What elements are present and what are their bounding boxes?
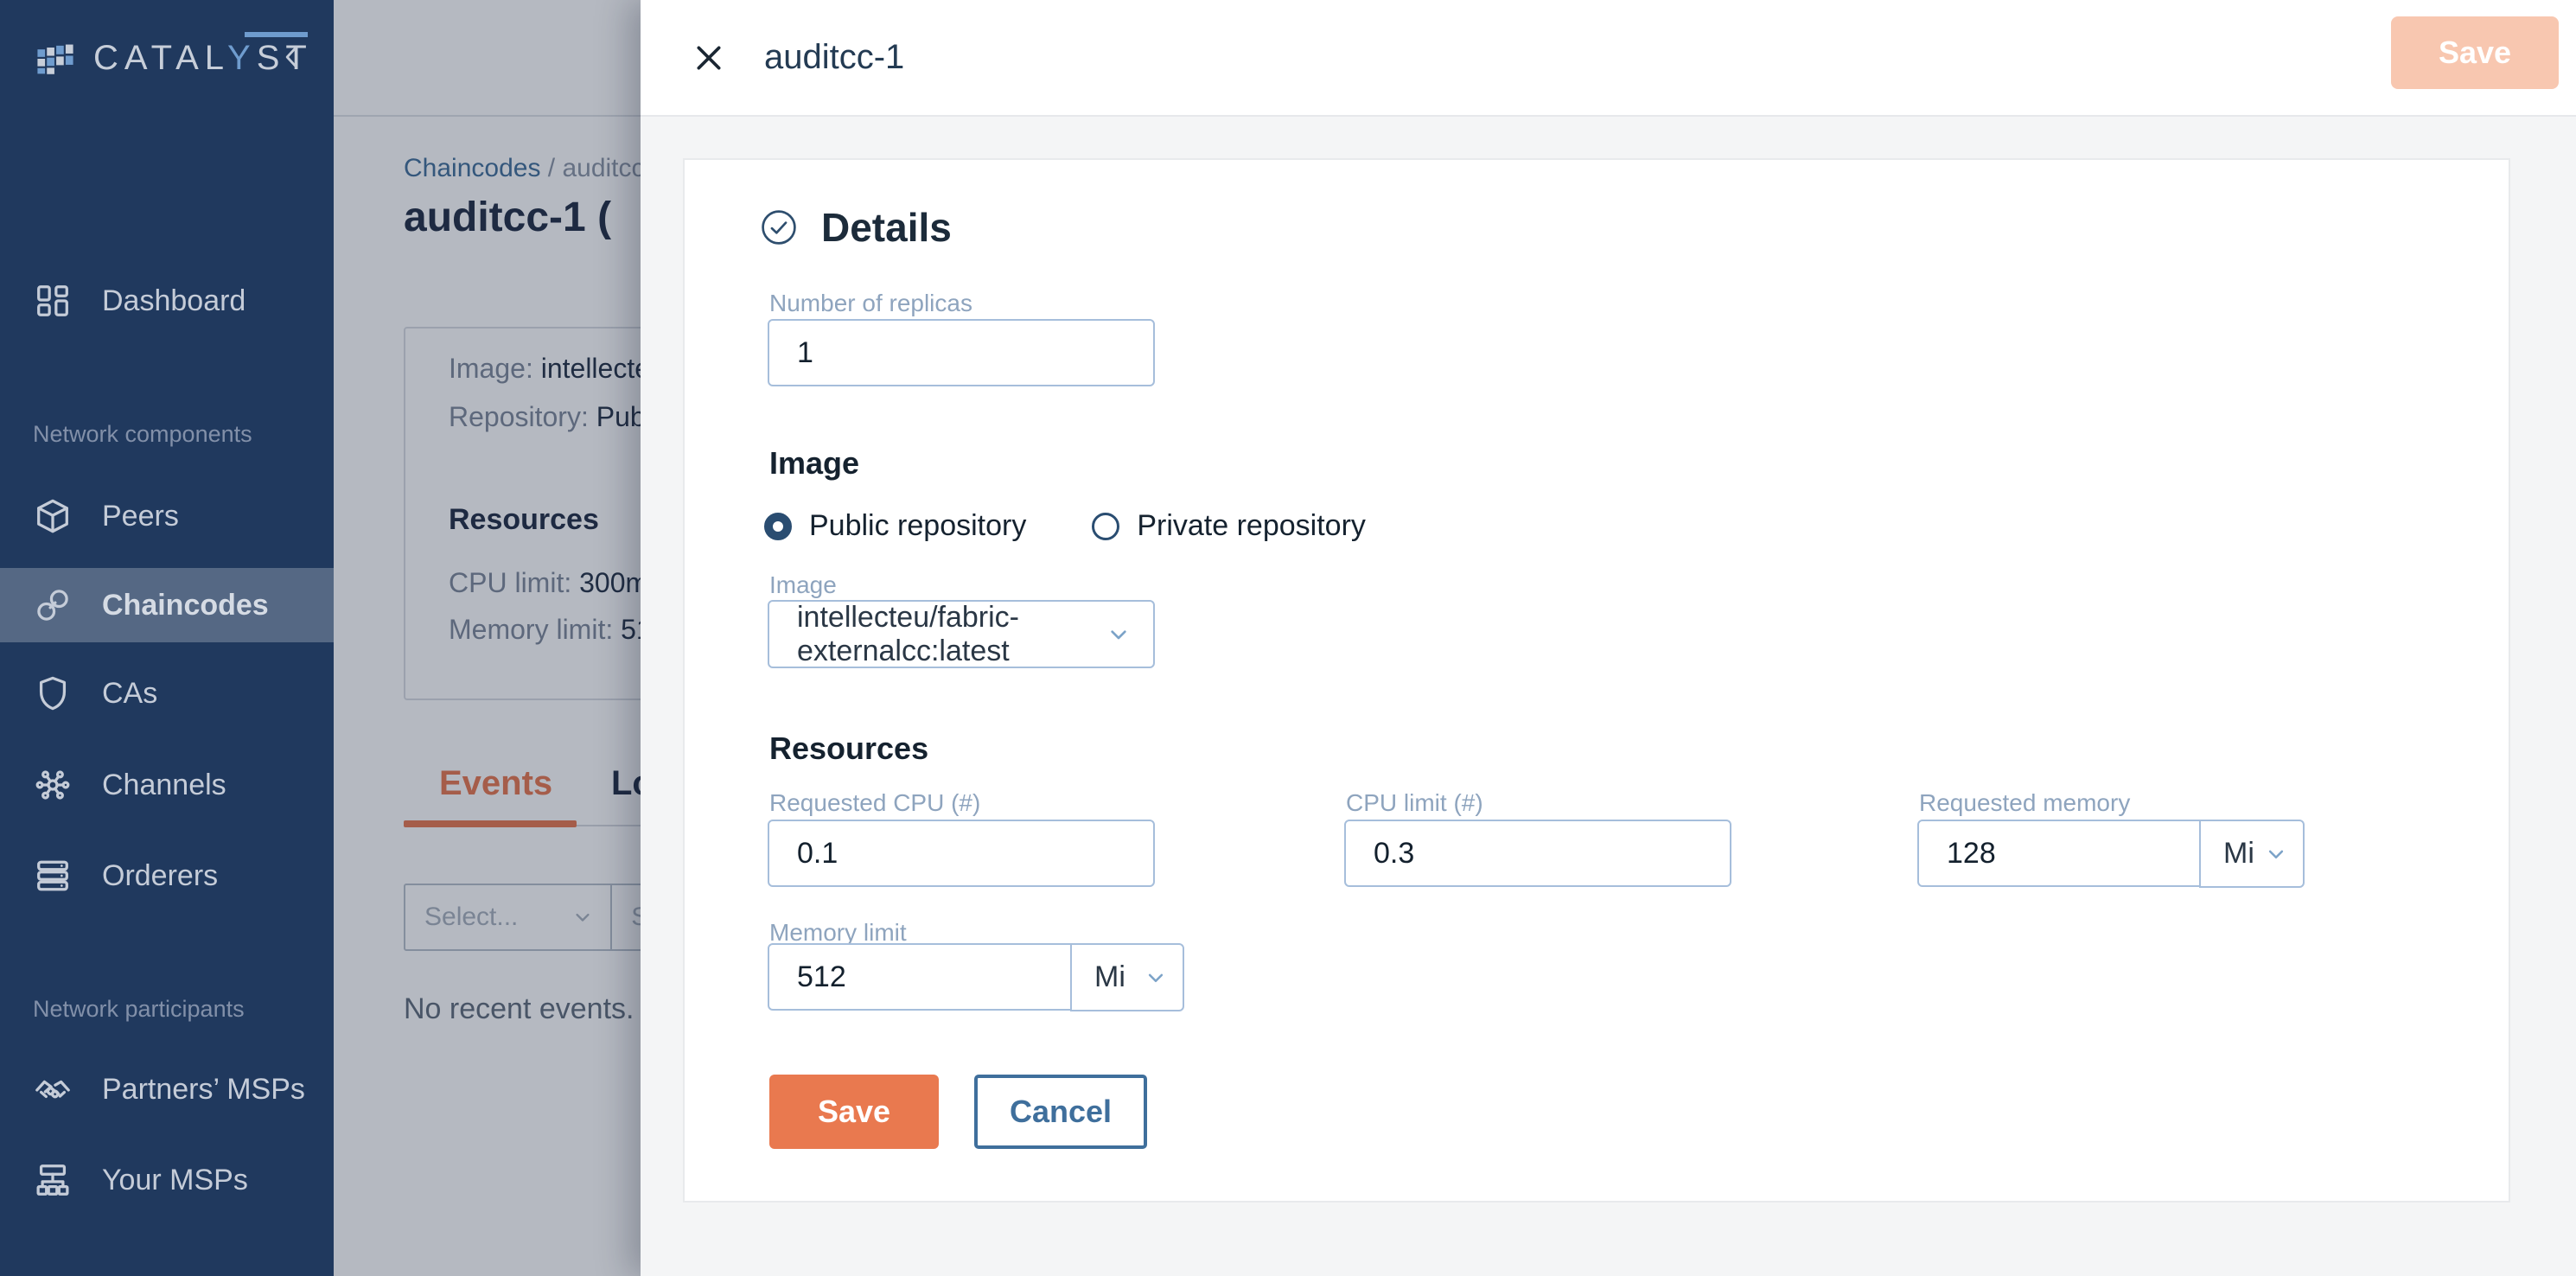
dashboard-icon: [37, 285, 68, 316]
org-chart-icon: [36, 1164, 69, 1196]
handshake-icon: [35, 1080, 70, 1099]
drawer-body: Details Number of replicas Image Public …: [641, 118, 2576, 1276]
close-drawer-button[interactable]: [690, 39, 728, 77]
sidebar: CATALYST Dashboard Network components Pe…: [0, 0, 334, 1276]
cpu-limit-label: CPU limit (#): [1346, 789, 1483, 816]
sidebar-item-label: Orderers: [102, 858, 219, 892]
sidebar-section-network-components: Network components: [33, 421, 252, 447]
chevron-down-icon: [2268, 850, 2284, 858]
details-section-header: Details: [759, 203, 952, 252]
resources-section-header: Resources: [769, 731, 929, 766]
cancel-button[interactable]: Cancel: [974, 1075, 1147, 1149]
chain-link-icon: [37, 590, 68, 621]
chevron-down-icon: [1111, 629, 1126, 639]
sidebar-item-cas[interactable]: CAs: [0, 656, 334, 731]
network-hub-icon: [35, 770, 70, 800]
check-circle-icon: [762, 210, 796, 245]
sidebar-item-label: Peers: [102, 499, 179, 533]
requested-memory-label: Requested memory: [1919, 789, 2131, 816]
save-button-top-disabled[interactable]: Save: [2391, 16, 2559, 89]
shield-icon: [39, 676, 67, 711]
requested-memory-unit-select[interactable]: Mi: [2199, 820, 2305, 888]
sidebar-item-orderers[interactable]: Orderers: [0, 839, 334, 913]
replicas-label: Number of replicas: [769, 290, 972, 316]
private-repository-radio[interactable]: [1092, 512, 1120, 540]
sidebar-collapse-button[interactable]: [273, 38, 311, 76]
requested-cpu-label: Requested CPU (#): [769, 789, 981, 816]
sidebar-item-partners-msps[interactable]: Partners’ MSPs: [0, 1052, 334, 1126]
sidebar-item-channels[interactable]: Channels: [0, 748, 334, 822]
private-repository-label[interactable]: Private repository: [1137, 509, 1366, 543]
memory-limit-unit-value: Mi: [1094, 960, 1125, 993]
sidebar-item-label: Partners’ MSPs: [102, 1072, 305, 1106]
edit-chaincode-drawer: auditcc-1 Save Details Number of replica…: [641, 0, 2576, 1276]
requested-cpu-input[interactable]: [768, 820, 1155, 887]
server-stack-icon: [37, 860, 68, 891]
requested-memory-input[interactable]: [1917, 820, 2201, 887]
chevron-left-icon: [285, 46, 297, 68]
image-select[interactable]: intellecteu/fabric-externalcc:latest: [768, 600, 1155, 668]
cpu-limit-input[interactable]: [1344, 820, 1731, 887]
peers-cube-icon: [37, 499, 68, 533]
sidebar-item-chaincodes[interactable]: Chaincodes: [0, 568, 334, 642]
image-select-value: intellecteu/fabric-externalcc:latest: [797, 600, 1020, 667]
sidebar-item-label: Chaincodes: [102, 588, 269, 622]
image-select-label: Image: [769, 571, 837, 598]
memory-limit-input[interactable]: [768, 943, 1072, 1011]
sidebar-item-your-msps[interactable]: Your MSPs: [0, 1143, 334, 1217]
sidebar-item-peers[interactable]: Peers: [0, 479, 334, 553]
requested-memory-unit-value: Mi: [2223, 837, 2254, 870]
image-section-header: Image: [769, 445, 860, 481]
sidebar-item-label: CAs: [102, 676, 158, 710]
sidebar-item-dashboard[interactable]: Dashboard: [0, 264, 334, 338]
save-button[interactable]: Save: [769, 1075, 939, 1149]
sidebar-item-label: Channels: [102, 768, 226, 801]
replicas-input[interactable]: [768, 319, 1155, 386]
repository-radio-group: Public repository Private repository: [764, 509, 1414, 543]
close-icon: [697, 46, 721, 69]
drawer-title: auditcc-1: [764, 38, 905, 76]
public-repository-radio[interactable]: [764, 512, 792, 540]
sidebar-item-label: Your MSPs: [102, 1163, 248, 1196]
details-title: Details: [821, 205, 952, 250]
app-root: CATALYST Dashboard Network components Pe…: [0, 0, 2576, 1276]
public-repository-label[interactable]: Public repository: [809, 509, 1026, 543]
catalyst-cube-logo-icon: [37, 44, 73, 74]
details-form-card: Details Number of replicas Image Public …: [683, 158, 2510, 1203]
drawer-header: auditcc-1 Save: [641, 0, 2576, 117]
chevron-down-icon: [1148, 973, 1164, 982]
sidebar-section-network-participants: Network participants: [33, 996, 245, 1022]
sidebar-item-label: Dashboard: [102, 284, 246, 317]
memory-limit-unit-select[interactable]: Mi: [1070, 943, 1184, 1011]
